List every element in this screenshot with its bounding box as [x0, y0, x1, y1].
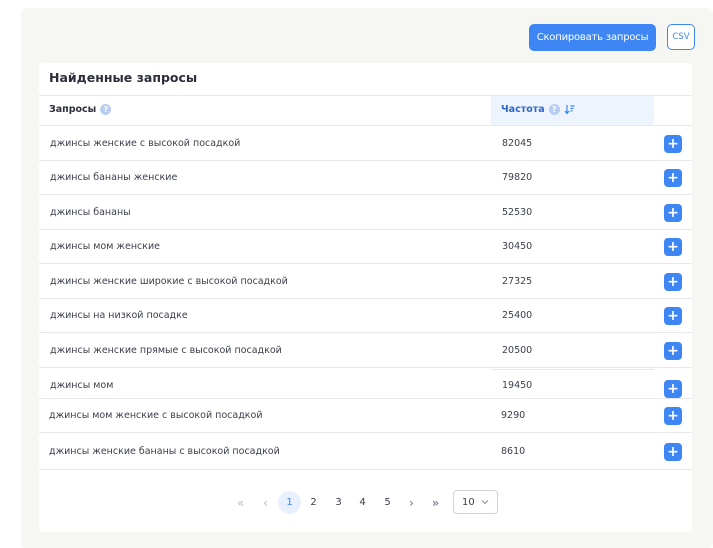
- frequency-value: 9290: [501, 410, 526, 421]
- frequency-value: 19450: [502, 380, 533, 391]
- page-button-2[interactable]: 2: [302, 491, 325, 514]
- page-button-1[interactable]: 1: [278, 491, 301, 514]
- table-row: джинсы женские прямые с высокой посадкой…: [39, 333, 692, 368]
- table-row: джинсы мом 19450 +: [39, 372, 692, 399]
- query-text: джинсы бананы женские: [50, 172, 178, 183]
- per-page-value: 10: [462, 496, 475, 508]
- frequency-value: 27325: [502, 276, 533, 287]
- prev-page-button[interactable]: ‹: [254, 491, 277, 514]
- pagination: « ‹ 1 2 3 4 5 › » 10: [39, 487, 692, 515]
- card-title: Найденные запросы: [49, 70, 198, 85]
- csv-export-button[interactable]: CSV: [667, 24, 695, 50]
- query-text: джинсы мом женские с высокой посадкой: [49, 410, 263, 421]
- query-text: джинсы женские бананы с высокой посадкой: [49, 446, 280, 457]
- query-text: джинсы бананы: [50, 207, 131, 218]
- add-query-button[interactable]: +: [664, 380, 682, 398]
- frequency-value: 20500: [502, 345, 533, 356]
- add-query-button[interactable]: +: [664, 342, 682, 360]
- page-button-5[interactable]: 5: [376, 491, 399, 514]
- first-page-button[interactable]: «: [229, 491, 252, 514]
- column-header-frequency[interactable]: Частота ?: [501, 104, 575, 115]
- add-query-button[interactable]: +: [664, 443, 682, 461]
- frequency-value: 30450: [502, 241, 533, 252]
- add-query-button[interactable]: +: [664, 307, 682, 325]
- table-row: джинсы на низкой посадке 25400 +: [39, 299, 692, 333]
- copy-queries-button[interactable]: Скопировать запросы: [529, 24, 656, 51]
- add-query-button[interactable]: +: [664, 169, 682, 187]
- add-query-button[interactable]: +: [664, 273, 682, 291]
- add-query-button[interactable]: +: [664, 407, 682, 425]
- query-text: джинсы мом: [50, 380, 114, 391]
- column-header-query-label: Запросы: [49, 104, 97, 115]
- query-text: джинсы мом женские: [50, 241, 161, 252]
- table-row: джинсы бананы 52530 +: [39, 195, 692, 230]
- frequency-value: 82045: [502, 138, 533, 149]
- table-row: джинсы женские бананы с высокой посадкой…: [39, 433, 692, 470]
- per-page-select[interactable]: 10: [453, 490, 498, 514]
- add-query-button[interactable]: +: [664, 204, 682, 222]
- table-row: джинсы мом женские с высокой посадкой 929…: [39, 399, 692, 433]
- table-row: джинсы мом женские 30450 +: [39, 230, 692, 264]
- table-header: Запросы ? Частота ?: [39, 95, 692, 126]
- query-text: джинсы женские прямые с высокой посадкой: [50, 345, 282, 356]
- frequency-value: 79820: [502, 172, 533, 183]
- frequency-value: 25400: [502, 310, 533, 321]
- found-queries-card: Найденные запросы Запросы ? Частота ? дж…: [39, 63, 692, 532]
- table-row: джинсы женские с высокой посадкой 82045 +: [39, 126, 692, 161]
- page-button-4[interactable]: 4: [351, 491, 374, 514]
- query-text: джинсы женские с высокой посадкой: [50, 138, 241, 149]
- panel-edge: [705, 372, 713, 436]
- page-button-3[interactable]: 3: [327, 491, 350, 514]
- add-query-button[interactable]: +: [664, 135, 682, 153]
- last-page-button[interactable]: »: [424, 491, 447, 514]
- query-text: джинсы женские широкие с высокой посадко…: [50, 276, 288, 287]
- frequency-column-highlight: [491, 369, 654, 370]
- frequency-value: 52530: [502, 207, 533, 218]
- query-text: джинсы на низкой посадке: [50, 310, 188, 321]
- frequency-value: 8610: [501, 446, 526, 457]
- help-circle-icon[interactable]: ?: [100, 104, 112, 115]
- next-page-button[interactable]: ›: [400, 491, 423, 514]
- table-row: джинсы бананы женские 79820 +: [39, 161, 692, 195]
- sort-descending-icon[interactable]: [564, 104, 575, 115]
- chevron-down-icon: [481, 500, 489, 505]
- help-circle-icon[interactable]: ?: [548, 104, 560, 115]
- column-header-query: Запросы ?: [49, 104, 112, 115]
- table-row: джинсы женские широкие с высокой посадко…: [39, 264, 692, 299]
- add-query-button[interactable]: +: [664, 238, 682, 256]
- column-header-frequency-label[interactable]: Частота: [501, 104, 545, 115]
